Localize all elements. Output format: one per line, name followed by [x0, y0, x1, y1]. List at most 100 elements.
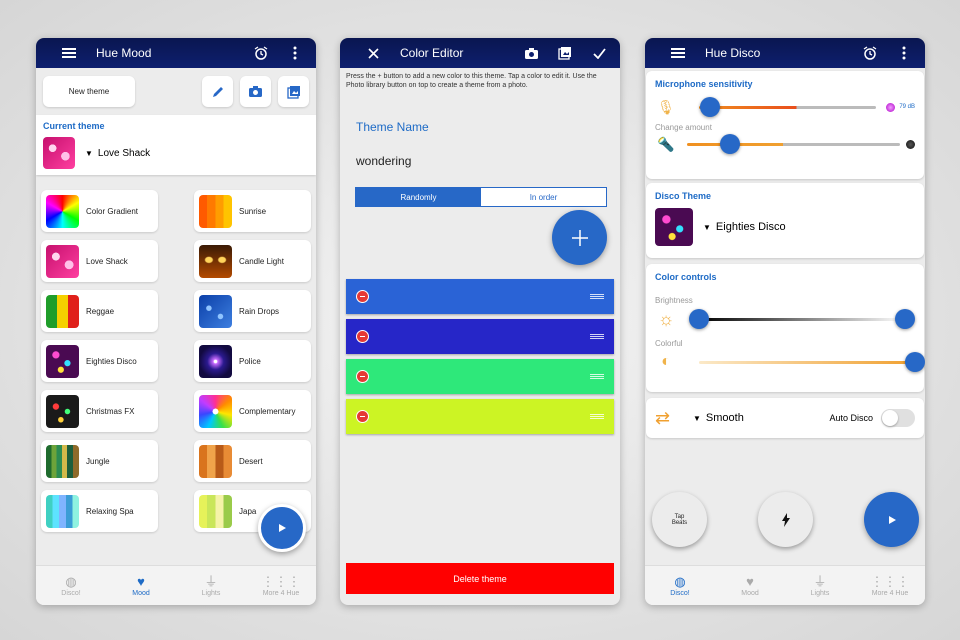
nav-label: More 4 Hue	[262, 589, 300, 597]
nav-label: Mood	[741, 589, 759, 597]
theme-tile[interactable]: Color Gradient	[41, 190, 158, 232]
auto-disco-label: Auto Disco	[829, 413, 873, 423]
theme-thumbnail	[46, 244, 79, 278]
play-button[interactable]	[864, 492, 919, 547]
color-row[interactable]	[346, 359, 614, 394]
theme-tile[interactable]: Relaxing Spa	[41, 490, 158, 532]
camera-icon[interactable]	[520, 47, 542, 60]
theme-tile[interactable]: Rain Drops	[194, 290, 311, 332]
image-icon[interactable]	[554, 46, 576, 60]
remove-icon[interactable]	[356, 330, 369, 343]
alarm-icon[interactable]	[859, 46, 881, 60]
camera-button[interactable]	[240, 76, 271, 107]
drag-handle-icon[interactable]	[590, 294, 604, 299]
nav-mood[interactable]: ♥ Mood	[715, 566, 785, 605]
nav-lights[interactable]: ⏚ Lights	[176, 566, 246, 605]
transition-mode[interactable]: Smooth	[706, 412, 744, 424]
help-text: Press the + button to add a new color to…	[346, 73, 597, 89]
theme-thumbnail	[199, 194, 232, 228]
theme-tile[interactable]: Police	[194, 340, 311, 382]
nav-more[interactable]: ⋮⋮⋮ More 4 Hue	[855, 566, 925, 605]
menu-icon[interactable]	[58, 47, 80, 59]
flash-icon	[781, 512, 791, 527]
app-title: Color Editor	[400, 46, 464, 60]
slider-knob-min[interactable]	[689, 308, 709, 329]
nav-label: Mood	[132, 589, 150, 597]
theme-name: Love Shack	[86, 256, 128, 266]
menu-icon[interactable]	[667, 47, 689, 59]
dropdown-caret-icon: ▼	[703, 222, 711, 232]
theme-name: Candle Light	[239, 256, 284, 266]
disco-theme-name: Eighties Disco	[715, 221, 786, 233]
slider-knob[interactable]	[719, 133, 740, 154]
phone-hue-mood: Hue Mood New theme Current theme ▼ Love …	[36, 38, 316, 605]
nav-disco[interactable]: ◍ Disco!	[645, 566, 715, 605]
drag-handle-icon[interactable]	[590, 334, 604, 339]
color-row[interactable]	[346, 279, 614, 314]
color-row[interactable]	[346, 399, 614, 434]
app-bar: Color Editor	[340, 38, 620, 68]
color-controls-card: Color controls Brightness ☼ Colorful ◐	[646, 264, 925, 392]
theme-tile[interactable]: Christmas FX	[41, 390, 158, 432]
colorful-slider[interactable]	[699, 351, 925, 372]
heart-icon: ♥	[746, 573, 754, 589]
change-amount-label: Change amount	[655, 123, 712, 132]
level-dot-icon	[906, 139, 915, 149]
nav-lights[interactable]: ⏚ Lights	[785, 566, 855, 605]
theme-tile[interactable]: Complementary	[194, 390, 311, 432]
theme-tile[interactable]: Love Shack	[41, 240, 158, 282]
mic-sensitivity-slider[interactable]	[699, 96, 877, 117]
theme-tile[interactable]: Reggae	[41, 290, 158, 332]
brightness-range-slider[interactable]	[689, 308, 915, 329]
disco-theme-card[interactable]: Disco Theme ▼ Eighties Disco	[646, 183, 924, 258]
order-segmented-control: Randomly In order	[355, 187, 607, 207]
remove-icon[interactable]	[356, 410, 369, 423]
theme-name-input[interactable]: wondering	[356, 154, 620, 168]
alarm-icon[interactable]	[250, 46, 272, 60]
app-bar: Hue Mood	[36, 38, 316, 68]
slider-knob[interactable]	[699, 96, 720, 117]
drag-handle-icon[interactable]	[590, 414, 604, 419]
slider-knob[interactable]	[905, 351, 925, 372]
change-amount-slider[interactable]	[687, 133, 900, 154]
close-icon[interactable]	[362, 47, 384, 59]
nav-disco[interactable]: ◍ Disco!	[36, 566, 106, 605]
photo-library-button[interactable]	[278, 76, 309, 107]
flash-button[interactable]	[758, 492, 813, 547]
auto-disco-toggle[interactable]	[881, 409, 915, 427]
tap-beats-button[interactable]: Tap Beats	[652, 492, 707, 547]
theme-name: Rain Drops	[239, 306, 280, 316]
transition-card: ⇄ ▼ Smooth Auto Disco	[646, 398, 924, 438]
theme-thumbnail	[199, 244, 232, 278]
add-color-button[interactable]	[552, 210, 607, 265]
more-vert-icon[interactable]	[284, 46, 306, 60]
color-row[interactable]	[346, 319, 614, 354]
love-shack-thumbnail	[43, 137, 75, 169]
current-theme-label: Current theme	[43, 121, 105, 131]
order-randomly-option[interactable]: Randomly	[356, 188, 481, 206]
theme-name: Sunrise	[239, 206, 267, 216]
remove-icon[interactable]	[356, 290, 369, 303]
theme-tile[interactable]: Jungle	[41, 440, 158, 482]
theme-tile[interactable]: Candle Light	[194, 240, 311, 282]
slider-knob-max[interactable]	[895, 308, 915, 329]
theme-tile[interactable]: Eighties Disco	[41, 340, 158, 382]
flash-light-icon: 🔦	[657, 135, 675, 152]
remove-icon[interactable]	[356, 370, 369, 383]
drag-handle-icon[interactable]	[590, 374, 604, 379]
nav-more[interactable]: ⋮⋮⋮ More 4 Hue	[246, 566, 316, 605]
more-vert-icon[interactable]	[893, 46, 915, 60]
edit-theme-button[interactable]	[202, 76, 233, 107]
new-theme-button[interactable]: New theme	[43, 76, 135, 107]
theme-tile[interactable]: Sunrise	[194, 190, 311, 232]
play-button[interactable]	[258, 504, 306, 552]
nav-mood[interactable]: ♥ Mood	[106, 566, 176, 605]
theme-tile[interactable]: Desert	[194, 440, 311, 482]
check-icon[interactable]	[588, 47, 610, 59]
delete-theme-button[interactable]: Delete theme	[346, 563, 614, 594]
order-in-order-option[interactable]: In order	[481, 188, 606, 206]
current-theme-card[interactable]: Current theme ▼ Love Shack	[36, 115, 316, 175]
theme-thumbnail	[199, 294, 232, 328]
heart-icon: ♥	[137, 573, 145, 589]
color-controls-label: Color controls	[655, 272, 717, 282]
